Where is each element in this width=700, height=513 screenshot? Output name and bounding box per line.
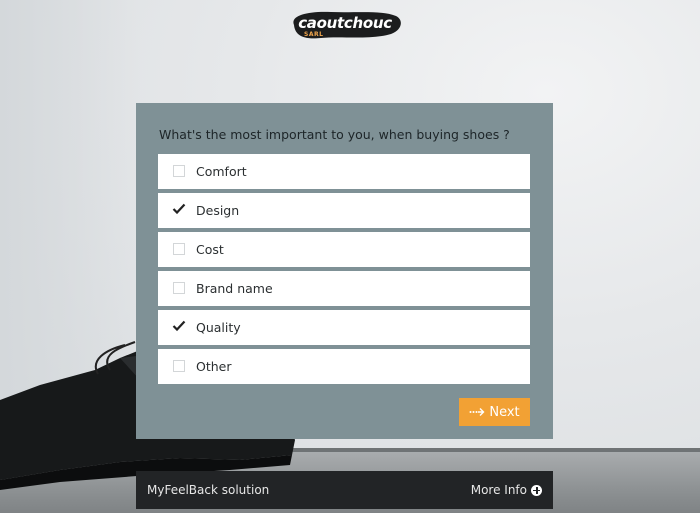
option-label: Comfort <box>196 164 247 179</box>
checkbox[interactable] <box>173 243 185 255</box>
check-icon <box>172 203 186 215</box>
option-label: Quality <box>196 320 241 335</box>
checkbox[interactable] <box>173 360 185 372</box>
next-button[interactable]: Next <box>459 398 530 426</box>
checkbox-checked[interactable] <box>172 203 186 216</box>
option-label: Brand name <box>196 281 273 296</box>
survey-panel: What's the most important to you, when b… <box>136 103 553 439</box>
option-label: Design <box>196 203 240 218</box>
brand-subtitle: SARL <box>304 31 324 38</box>
option-brand-name[interactable]: Brand name <box>158 271 530 306</box>
option-comfort[interactable]: Comfort <box>158 154 530 189</box>
check-icon <box>172 320 186 332</box>
option-other[interactable]: Other <box>158 349 530 384</box>
brand-name: caoutchouc <box>298 14 392 32</box>
checkbox-checked[interactable] <box>172 320 186 333</box>
option-design[interactable]: Design <box>158 193 530 228</box>
brand-logo: caoutchouc SARL <box>286 8 404 42</box>
more-info-link[interactable]: More Info <box>471 483 542 497</box>
option-label: Cost <box>196 242 224 257</box>
checkbox[interactable] <box>173 165 185 177</box>
arrow-right-icon <box>469 408 485 416</box>
question-text: What's the most important to you, when b… <box>159 127 510 142</box>
more-info-label: More Info <box>470 483 527 497</box>
footer-bar: MyFeelBack solution More Info <box>136 471 553 509</box>
next-label: Next <box>489 404 520 420</box>
option-quality[interactable]: Quality <box>158 310 530 345</box>
option-cost[interactable]: Cost <box>158 232 530 267</box>
checkbox[interactable] <box>173 282 185 294</box>
plus-circle-icon <box>531 484 542 496</box>
option-label: Other <box>196 359 232 374</box>
footer-credit: MyFeelBack solution <box>147 483 270 497</box>
